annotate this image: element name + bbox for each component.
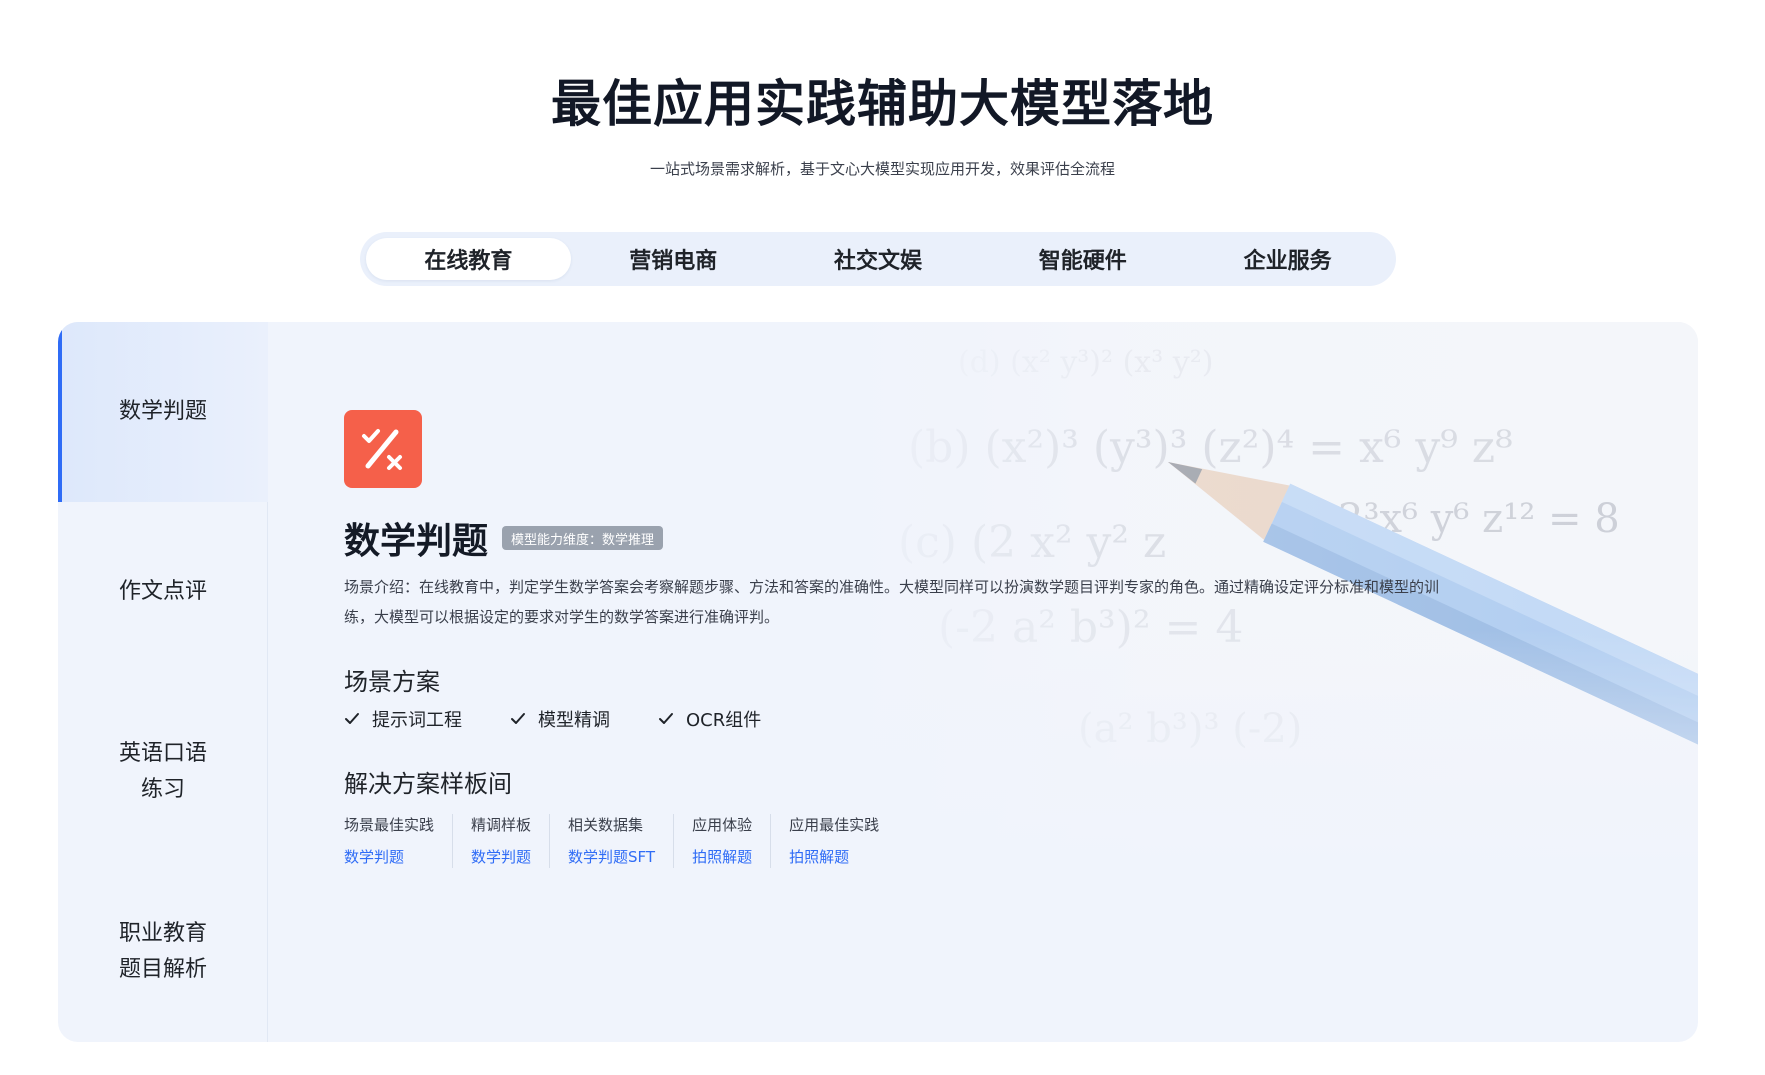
template-label: 应用体验 bbox=[692, 816, 753, 834]
template-column: 应用最佳实践 拍照解题 bbox=[770, 814, 897, 868]
page-subtitle: 一站式场景需求解析，基于文心大模型实现应用开发，效果评估全流程 bbox=[649, 160, 1115, 178]
sidebar-item-essay-review[interactable]: 作文点评 bbox=[58, 502, 268, 682]
template-column: 场景最佳实践 数学判题 bbox=[344, 814, 452, 868]
template-column: 精调样板 数学判题 bbox=[452, 814, 549, 868]
sidebar-item-vocational-analysis[interactable]: 职业教育 题目解析 bbox=[58, 862, 268, 1042]
check-icon bbox=[345, 713, 359, 724]
tab-marketing-ecommerce[interactable]: 营销电商 bbox=[571, 238, 776, 280]
solution-label: 提示词工程 bbox=[372, 710, 462, 731]
template-label: 应用最佳实践 bbox=[789, 816, 880, 834]
check-icon bbox=[511, 713, 525, 724]
template-label: 相关数据集 bbox=[568, 816, 644, 834]
template-section-title: 解决方案样板间 bbox=[344, 770, 512, 798]
template-link[interactable]: 数学判题 bbox=[471, 846, 531, 868]
template-label: 场景最佳实践 bbox=[344, 816, 435, 834]
solution-item: 提示词工程 bbox=[344, 706, 462, 732]
template-link[interactable]: 数学判题 bbox=[344, 846, 434, 868]
solution-section-title: 场景方案 bbox=[344, 668, 440, 696]
scene-description: 场景介绍：在线教育中，判定学生数学答案会考察解题步骤、方法和答案的准确性。大模型… bbox=[344, 578, 1440, 626]
tab-online-education[interactable]: 在线教育 bbox=[366, 238, 571, 280]
solution-item: OCR组件 bbox=[658, 706, 761, 732]
template-label: 精调样板 bbox=[471, 816, 532, 834]
scene-panel: (b) (x²)³ (y³)³ (z²)⁴ = x⁶ y⁹ z⁸ (c) (2 … bbox=[58, 322, 1698, 1042]
sidebar-item-english-speaking[interactable]: 英语口语 练习 bbox=[58, 682, 268, 862]
percent-check-cross-icon bbox=[344, 410, 422, 488]
scene-content: 数学判题 模型能力维度：数学推理 场景介绍：在线教育中，判定学生数学答案会考察解… bbox=[268, 322, 1698, 1042]
solution-item: 模型精调 bbox=[510, 706, 610, 732]
model-dimension-badge: 模型能力维度：数学推理 bbox=[502, 526, 664, 550]
template-link[interactable]: 数学判题SFT bbox=[568, 846, 655, 868]
scene-title-row: 数学判题 模型能力维度：数学推理 bbox=[344, 512, 664, 564]
template-list: 场景最佳实践 数学判题 精调样板 数学判题 相关数据集 数学判题SFT 应用体验… bbox=[344, 814, 897, 868]
template-column: 应用体验 拍照解题 bbox=[673, 814, 770, 868]
template-column: 相关数据集 数学判题SFT bbox=[549, 814, 673, 868]
category-tabbar: 在线教育 营销电商 社交文娱 智能硬件 企业服务 bbox=[360, 232, 1396, 286]
template-link[interactable]: 拍照解题 bbox=[789, 846, 879, 868]
tab-smart-hardware[interactable]: 智能硬件 bbox=[980, 238, 1185, 280]
scene-title: 数学判题 bbox=[344, 521, 489, 562]
solution-label: OCR组件 bbox=[686, 710, 762, 731]
check-icon bbox=[659, 713, 673, 724]
solution-list: 提示词工程 模型精调 OCR组件 bbox=[344, 706, 761, 732]
sidebar-item-math-grading[interactable]: 数学判题 bbox=[58, 322, 268, 502]
page-title: 最佳应用实践辅助大模型落地 bbox=[551, 75, 1214, 133]
tab-enterprise-service[interactable]: 企业服务 bbox=[1185, 238, 1390, 280]
tab-social-entertainment[interactable]: 社交文娱 bbox=[776, 238, 981, 280]
template-link[interactable]: 拍照解题 bbox=[692, 846, 752, 868]
solution-label: 模型精调 bbox=[538, 710, 610, 731]
scene-sidebar: 数学判题 作文点评 英语口语 练习 职业教育 题目解析 bbox=[58, 322, 268, 1042]
